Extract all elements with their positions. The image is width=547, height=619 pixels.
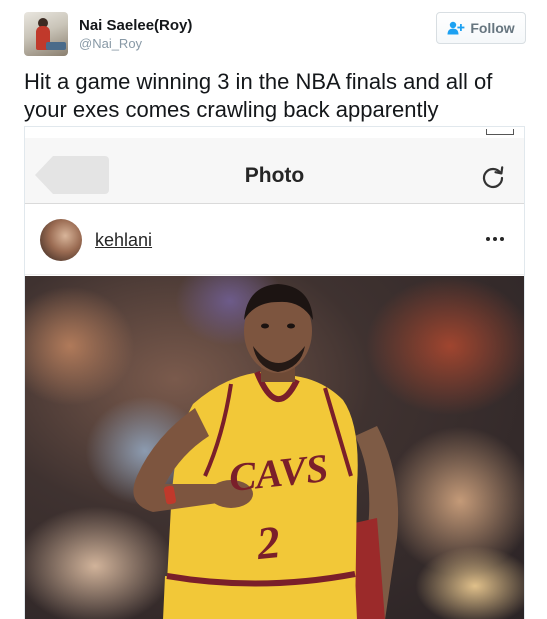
user-names: Nai Saelee(Roy) @Nai_Roy [79, 17, 192, 53]
post-user-avatar[interactable] [40, 219, 82, 261]
more-options-icon[interactable] [486, 237, 504, 241]
post-username[interactable]: kehlani [95, 230, 152, 251]
follow-button[interactable]: Follow [436, 12, 526, 44]
follow-label: Follow [470, 20, 515, 36]
avatar-bench [46, 42, 66, 50]
photo-nav-bar: Photo [25, 138, 524, 204]
jersey-text: CAVS [227, 445, 330, 500]
follow-person-plus-icon [447, 21, 465, 35]
more-dot [486, 237, 490, 241]
post-header: kehlani [25, 205, 524, 275]
display-name[interactable]: Nai Saelee(Roy) [79, 17, 192, 35]
tweet-header: Nai Saelee(Roy) @Nai_Roy Follow [24, 12, 526, 56]
cropped-status-bar [25, 127, 524, 138]
jersey-lettering: CAVS 2 [227, 445, 330, 569]
nav-title: Photo [244, 164, 305, 187]
tweet-media-image[interactable]: Photo kehlani CAVS 2 [24, 126, 525, 619]
user-handle[interactable]: @Nai_Roy [79, 35, 192, 53]
refresh-icon[interactable] [480, 164, 506, 190]
jersey-number: 2 [253, 516, 282, 569]
status-fragment-clock [243, 127, 333, 132]
tweet-text: Hit a game winning 3 in the NBA finals a… [24, 69, 493, 122]
user-avatar[interactable] [24, 12, 68, 56]
battery-fragment [486, 129, 514, 135]
status-fragment-left [77, 127, 157, 132]
more-dot [493, 237, 497, 241]
more-dot [500, 237, 504, 241]
basketball-player-photo[interactable]: CAVS 2 [25, 276, 524, 619]
